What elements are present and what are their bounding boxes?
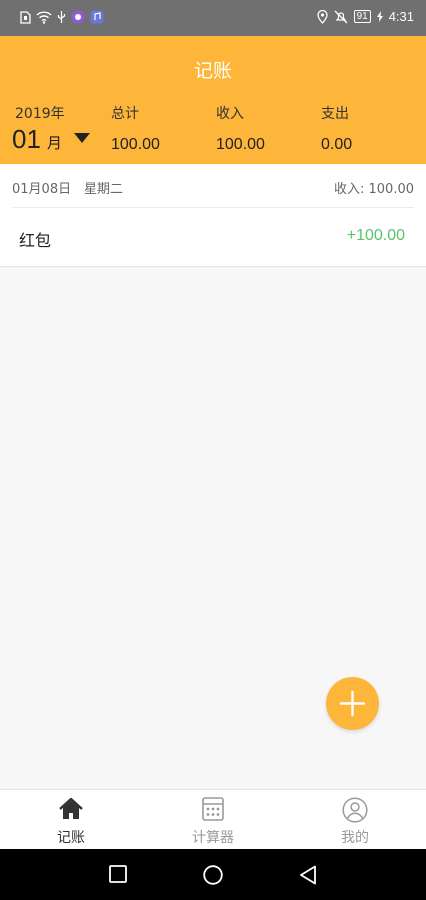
location-icon (316, 9, 328, 24)
tab-profile[interactable]: 我的 (284, 790, 426, 850)
bottom-nav: 记账 计算器 我的 (0, 789, 426, 850)
tab-label: 计算器 (192, 830, 234, 846)
expense-label: 支出 (321, 106, 349, 122)
tab-label: 记账 (57, 830, 85, 846)
recents-icon[interactable] (109, 865, 127, 883)
calculator-icon (202, 797, 224, 821)
tab-bookkeeping[interactable]: 记账 (0, 790, 142, 850)
status-time: 4:31 (388, 9, 414, 24)
income-value: 100.00 (216, 136, 265, 153)
total-stat: 总计 100.00 (111, 103, 160, 154)
sim-icon (20, 10, 31, 24)
month-picker[interactable]: 01 月 (12, 124, 90, 155)
app-notification-icon (71, 10, 85, 24)
back-icon[interactable] (299, 865, 317, 885)
home-icon (59, 797, 83, 819)
caret-down-icon (73, 132, 90, 143)
music-icon (90, 10, 104, 24)
day-group: 01月08日 星期二 收入: 100.00 红包 +100.00 (0, 164, 426, 267)
income-stat: 收入 100.00 (216, 103, 265, 154)
profile-icon (342, 797, 368, 823)
record-amount: +100.00 (346, 227, 405, 244)
status-icons-left (20, 10, 104, 24)
day-income-summary: 收入: 100.00 (334, 182, 414, 197)
day-header: 01月08日 星期二 收入: 100.00 (12, 164, 414, 208)
day-weekday: 星期二 (84, 182, 124, 197)
add-record-button[interactable] (326, 677, 379, 730)
expense-value: 0.00 (321, 136, 353, 153)
charging-icon (376, 11, 383, 22)
wifi-icon (36, 10, 52, 24)
plus-icon (339, 690, 366, 717)
income-label: 收入 (216, 106, 244, 122)
home-circle-icon[interactable] (203, 865, 223, 885)
status-bar: 91 4:31 (0, 0, 426, 36)
month-unit: 月 (46, 134, 62, 152)
total-label: 总计 (111, 106, 139, 122)
year-label: 2019年 (15, 106, 65, 122)
page-title: 记账 (193, 60, 232, 82)
battery-icon: 91 (353, 10, 371, 23)
record-name: 红包 (19, 231, 52, 250)
expense-stat: 支出 0.00 (321, 103, 352, 154)
day-date: 01月08日 (12, 182, 72, 197)
app-header: 记账 2019年 01 月 总计 100.00 收入 100.00 支出 0.0… (0, 36, 426, 164)
month-value: 01 (12, 124, 41, 154)
total-value: 100.00 (111, 136, 160, 153)
tab-calculator[interactable]: 计算器 (142, 790, 284, 850)
mute-icon (334, 10, 348, 23)
usb-icon (57, 11, 66, 23)
tab-label: 我的 (341, 830, 369, 846)
record-row[interactable]: 红包 +100.00 (0, 208, 426, 265)
status-icons-right: 91 4:31 (316, 9, 414, 24)
system-nav-bar (0, 849, 426, 900)
